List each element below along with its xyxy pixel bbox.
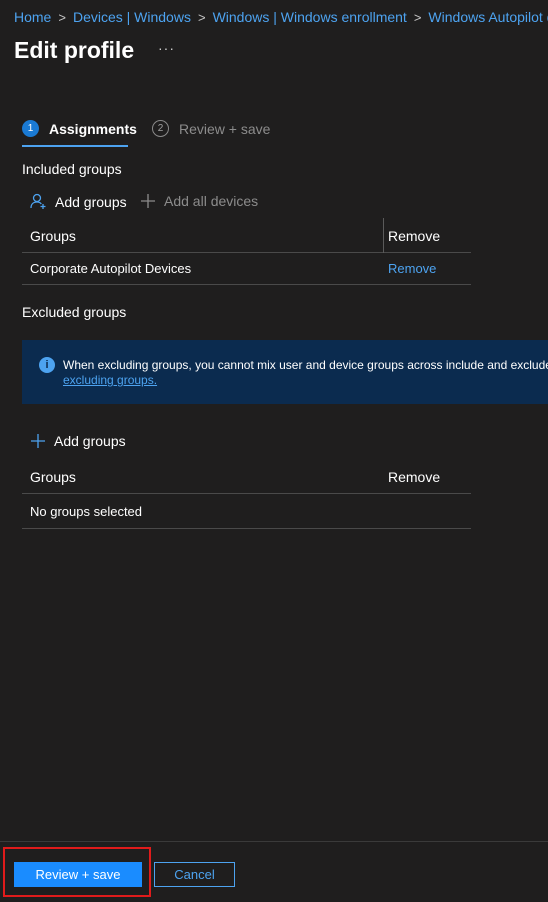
tab-assignments[interactable]: 1 Assignments (22, 120, 137, 137)
breadcrumb-home[interactable]: Home (14, 9, 51, 25)
step-1-icon: 1 (22, 120, 39, 137)
column-header-groups[interactable]: Groups (30, 228, 76, 244)
empty-message: No groups selected (30, 503, 143, 519)
info-banner: i When excluding groups, you cannot mix … (22, 340, 548, 404)
add-excluded-groups-button[interactable]: Add groups (30, 433, 126, 449)
page-title: Edit profile (14, 37, 135, 63)
add-excluded-groups-label: Add groups (54, 433, 126, 449)
tab-review-save[interactable]: 2 Review + save (152, 120, 270, 137)
wizard-tabs: 1 Assignments 2 Review + save (22, 120, 282, 148)
table-header: Groups Remove (22, 460, 471, 494)
tab-review-save-label: Review + save (179, 120, 271, 137)
add-all-devices-button[interactable]: Add all devices (140, 193, 258, 209)
add-included-groups-label: Add groups (55, 193, 127, 210)
info-text-block: When excluding groups, you cannot mix us… (63, 358, 548, 388)
breadcrumb-autopilot[interactable]: Windows Autopilot d (428, 9, 548, 25)
excluded-groups-label: Excluded groups (22, 304, 127, 320)
column-divider[interactable] (383, 218, 384, 253)
empty-row: No groups selected (22, 494, 471, 529)
review-save-button[interactable]: Review + save (14, 862, 142, 887)
add-included-groups-button[interactable]: Add groups (30, 193, 127, 210)
group-name: Corporate Autopilot Devices (30, 261, 192, 276)
add-all-devices-label: Add all devices (164, 193, 259, 209)
included-groups-label: Included groups (22, 161, 122, 177)
chevron-right-icon: > (197, 9, 206, 25)
footer-bar: Review + save Cancel (0, 841, 548, 902)
table-header: Groups Remove (22, 218, 471, 253)
column-header-groups: Groups (30, 468, 76, 485)
cancel-button[interactable]: Cancel (154, 862, 235, 887)
excluding-groups-link[interactable]: excluding groups. (63, 373, 157, 387)
plus-icon (30, 433, 46, 449)
chevron-right-icon: > (413, 9, 422, 25)
more-options-icon[interactable]: ··· (158, 40, 175, 56)
breadcrumb-windows-enrollment[interactable]: Windows | Windows enrollment (213, 9, 407, 25)
breadcrumb: Home > Devices | Windows > Windows | Win… (14, 9, 548, 25)
column-header-remove: Remove (388, 227, 441, 244)
chevron-right-icon: > (58, 9, 66, 25)
add-user-icon (30, 193, 47, 210)
active-tab-indicator (22, 145, 128, 147)
plus-icon (140, 193, 156, 209)
breadcrumb-devices-windows[interactable]: Devices | Windows (73, 9, 191, 25)
info-icon: i (39, 357, 55, 373)
included-groups-table: Groups Remove Corporate Autopilot Device… (22, 218, 471, 285)
tab-assignments-label: Assignments (49, 120, 137, 137)
remove-link[interactable]: Remove (388, 261, 436, 276)
info-message: When excluding groups, you cannot mix us… (63, 358, 548, 372)
excluded-groups-table: Groups Remove No groups selected (22, 460, 471, 529)
column-header-remove: Remove (388, 468, 441, 485)
step-2-icon: 2 (152, 120, 169, 137)
table-row: Corporate Autopilot Devices Remove (22, 253, 471, 285)
